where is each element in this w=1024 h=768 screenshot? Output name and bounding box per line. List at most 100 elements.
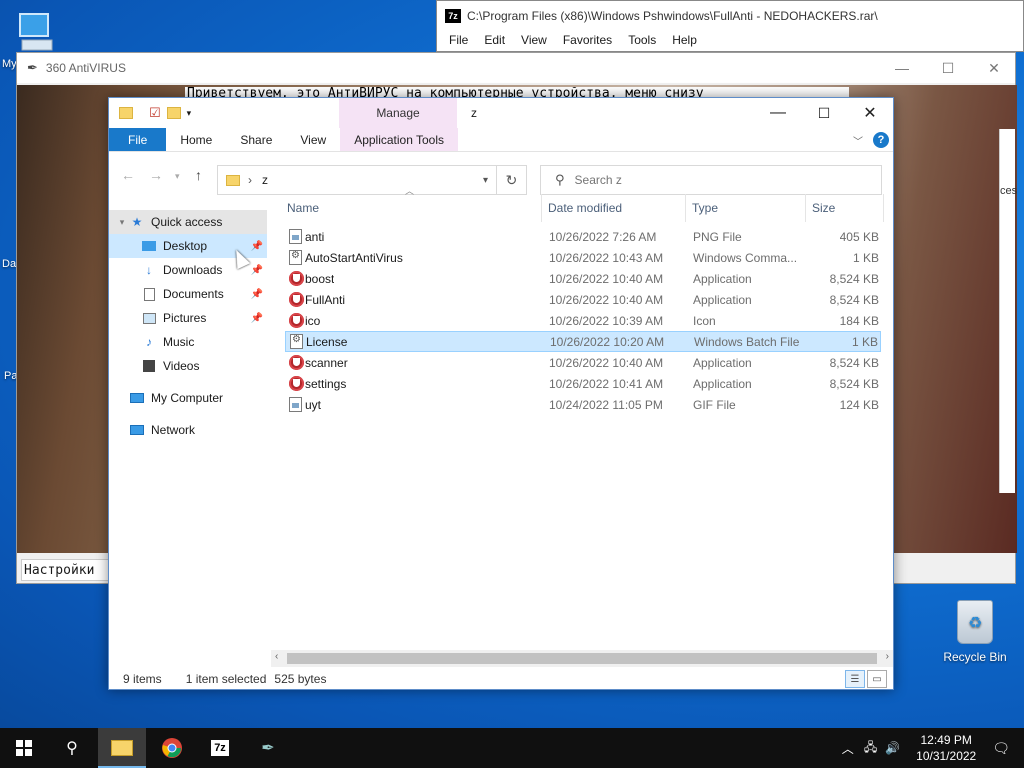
search-box[interactable]: ⚲ bbox=[540, 165, 882, 195]
window-7zip[interactable]: 7z C:\Program Files (x86)\Windows Pshwin… bbox=[436, 0, 1024, 52]
clock[interactable]: 12:49 PM 10/31/2022 bbox=[916, 732, 976, 764]
address-bar[interactable]: › z ▾ bbox=[217, 165, 497, 195]
pin-icon[interactable]: 📌 bbox=[251, 265, 263, 276]
sidebar-item-videos[interactable]: Videos bbox=[109, 354, 267, 378]
file-row[interactable]: ico 10/26/2022 10:39 AM Icon 184 KB bbox=[285, 310, 881, 331]
file-row[interactable]: boost 10/26/2022 10:40 AM Application 8,524… bbox=[285, 268, 881, 289]
search-input[interactable] bbox=[574, 173, 855, 187]
tab-application-tools[interactable]: Application Tools bbox=[340, 128, 459, 151]
star-icon: ★ bbox=[131, 215, 143, 229]
customize-toolbar-icon[interactable]: ▾ bbox=[187, 108, 192, 119]
column-divider[interactable] bbox=[805, 194, 806, 222]
chevron-down-icon[interactable]: ▾ bbox=[115, 217, 129, 228]
file-row[interactable]: License 10/26/2022 10:20 AM Windows Batch … bbox=[285, 331, 881, 352]
minimize-button[interactable]: — bbox=[755, 98, 801, 128]
tab-home[interactable]: Home bbox=[166, 128, 226, 151]
file-type: Windows Comma... bbox=[693, 250, 798, 265]
file-row[interactable]: uyt 10/24/2022 11:05 PM GIF File 124 KB bbox=[285, 394, 881, 415]
new-folder-icon[interactable] bbox=[166, 107, 181, 119]
column-header-type[interactable]: Type bbox=[692, 194, 718, 222]
column-header-name[interactable]: Name bbox=[287, 194, 319, 222]
file-date: 10/26/2022 10:39 AM bbox=[549, 313, 664, 328]
manage-contextual-tab[interactable]: Manage bbox=[339, 98, 457, 128]
minimize-button[interactable]: — bbox=[879, 53, 925, 83]
maximize-button[interactable]: ☐ bbox=[801, 98, 847, 128]
expand-ribbon-icon[interactable]: ﹀ bbox=[853, 133, 863, 148]
file-name: License bbox=[306, 334, 348, 349]
desktop-icon-recycle-bin[interactable]: Recycle Bin bbox=[936, 600, 1014, 664]
properties-icon[interactable]: ☑ bbox=[149, 105, 161, 121]
large-icons-view-icon[interactable]: ▭ bbox=[867, 670, 887, 688]
column-divider[interactable] bbox=[883, 194, 884, 222]
menu-favorites[interactable]: Favorites bbox=[555, 31, 620, 49]
file-size: 8,524 KB bbox=[829, 376, 879, 391]
column-divider[interactable] bbox=[685, 194, 686, 222]
window-7zip-titlebar[interactable]: 7z C:\Program Files (x86)\Windows Pshwin… bbox=[437, 1, 1023, 31]
clock-date: 10/31/2022 bbox=[916, 749, 977, 763]
status-item-count: 9 items bbox=[123, 672, 162, 686]
file-date: 10/26/2022 10:41 AM bbox=[549, 376, 664, 391]
sidebar-item-pictures[interactable]: Pictures 📌 bbox=[109, 306, 267, 330]
help-icon[interactable]: ? bbox=[873, 132, 889, 148]
menu-tools[interactable]: Tools bbox=[620, 31, 664, 49]
tab-share[interactable]: Share bbox=[226, 128, 286, 151]
image-file-icon bbox=[289, 229, 302, 244]
column-header-size[interactable]: Size bbox=[812, 194, 835, 222]
chevron-down-icon[interactable]: ▾ bbox=[483, 175, 488, 186]
scroll-right-arrow-icon[interactable]: › bbox=[886, 651, 889, 662]
menu-file[interactable]: File bbox=[441, 31, 476, 49]
file-explorer-icon[interactable] bbox=[98, 728, 146, 768]
file-row[interactable]: settings 10/26/2022 10:41 AM Application 8,… bbox=[285, 373, 881, 394]
explorer-titlebar[interactable]: ☑ ▾ Manage z — ☐ ✕ bbox=[109, 98, 893, 128]
sidebar-item-music[interactable]: ♪ Music bbox=[109, 330, 267, 354]
menu-help[interactable]: Help bbox=[664, 31, 705, 49]
file-row[interactable]: anti 10/26/2022 7:26 AM PNG File 405 KB bbox=[285, 226, 881, 247]
pin-icon[interactable]: 📌 bbox=[251, 241, 263, 252]
search-icon[interactable]: ⚲ bbox=[48, 728, 96, 768]
file-explorer-window[interactable]: ☑ ▾ Manage z — ☐ ✕ File Home Share View … bbox=[108, 97, 894, 690]
forward-arrow-icon[interactable]: → bbox=[149, 167, 163, 183]
file-row[interactable]: scanner 10/26/2022 10:40 AM Application 8,5… bbox=[285, 352, 881, 373]
file-name: boost bbox=[305, 271, 335, 286]
sidebar-item-network[interactable]: › Network bbox=[109, 418, 267, 442]
chevron-up-icon[interactable]: ︿ bbox=[842, 740, 854, 757]
file-row[interactable]: AutoStartAntiVirus 10/26/2022 10:43 AM Win… bbox=[285, 247, 881, 268]
column-header-date[interactable]: Date modified bbox=[548, 194, 622, 222]
refresh-button[interactable]: ↻ bbox=[497, 165, 527, 195]
maximize-button[interactable]: ☐ bbox=[925, 53, 971, 83]
feather-icon[interactable]: ✒ bbox=[244, 728, 292, 768]
file-date: 10/26/2022 10:40 AM bbox=[549, 355, 664, 370]
desktop-icon-my-computer[interactable] bbox=[14, 10, 58, 57]
tab-file[interactable]: File bbox=[109, 128, 167, 151]
menu-view[interactable]: View bbox=[513, 31, 555, 49]
settings-button[interactable]: Настройки bbox=[21, 559, 113, 581]
volume-icon[interactable]: 🔊 bbox=[885, 741, 900, 755]
chevron-right-icon[interactable]: › bbox=[115, 425, 129, 435]
window-360-titlebar[interactable]: ✒ 360 AntiVIRUS bbox=[17, 53, 1015, 83]
column-divider[interactable] bbox=[541, 194, 542, 222]
scrollbar-thumb[interactable] bbox=[287, 653, 877, 664]
7zip-icon[interactable]: 7z bbox=[196, 728, 244, 768]
start-icon[interactable] bbox=[0, 728, 48, 768]
sidebar-item-documents[interactable]: Documents 📌 bbox=[109, 282, 267, 306]
up-arrow-icon[interactable]: ↑ bbox=[195, 167, 202, 183]
pin-icon[interactable]: 📌 bbox=[251, 313, 263, 324]
sidebar-item-quick-access[interactable]: ▾ ★ Quick access bbox=[109, 210, 267, 234]
details-view-icon[interactable]: ☰ bbox=[845, 670, 865, 688]
chevron-right-icon[interactable]: › bbox=[115, 393, 129, 403]
tab-view[interactable]: View bbox=[286, 128, 340, 151]
close-button[interactable]: ✕ bbox=[971, 53, 1017, 83]
file-row[interactable]: FullAnti 10/26/2022 10:40 AM Application 8,… bbox=[285, 289, 881, 310]
scroll-left-arrow-icon[interactable]: ‹ bbox=[275, 651, 278, 662]
back-arrow-icon[interactable]: ← bbox=[121, 167, 135, 183]
pin-icon[interactable]: 📌 bbox=[251, 289, 263, 300]
horizontal-scrollbar[interactable]: ‹ › bbox=[271, 650, 893, 667]
chrome-icon[interactable] bbox=[148, 728, 196, 768]
menu-edit[interactable]: Edit bbox=[476, 31, 513, 49]
breadcrumb-z[interactable]: z bbox=[262, 173, 268, 187]
notification-icon[interactable]: 🗨 bbox=[992, 740, 1010, 757]
network-icon[interactable]: 🖧 bbox=[864, 738, 877, 759]
sidebar-item-my-computer[interactable]: › My Computer bbox=[109, 386, 267, 410]
close-button[interactable]: ✕ bbox=[847, 98, 893, 128]
recent-dropdown-icon[interactable]: ▾ bbox=[175, 171, 180, 182]
